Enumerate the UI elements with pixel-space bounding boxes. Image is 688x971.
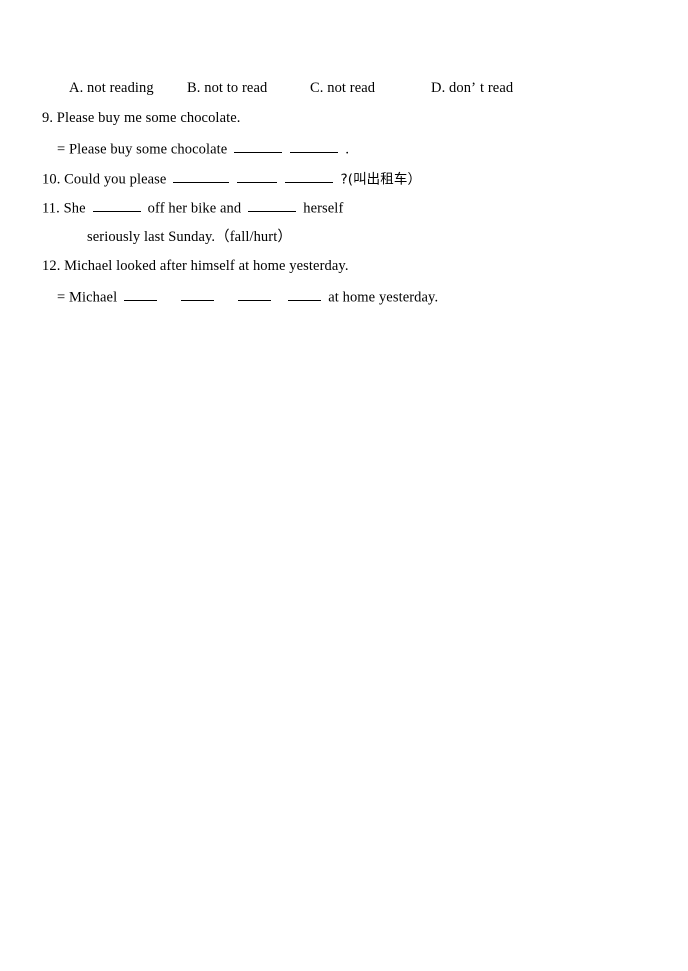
question-9-prompt: 9. Please buy me some chocolate. (42, 110, 241, 126)
question-12-answer-suffix: at home yesterday. (328, 289, 439, 306)
question-11-prompt-part3: herself (303, 200, 344, 217)
option-b: B. not to read (187, 80, 268, 96)
worksheet-page: A. not reading B. not to read C. not rea… (0, 0, 688, 971)
question-9-blank-2[interactable] (290, 139, 339, 154)
question-11-blank-2[interactable] (248, 198, 297, 213)
question-10-blank-2[interactable] (237, 169, 278, 184)
question-11-prompt-part2: off her bike and (147, 200, 242, 217)
question-12-blank-1[interactable] (124, 287, 158, 302)
question-12-blank-4[interactable] (288, 287, 322, 302)
option-d: D. don’ t read (431, 79, 513, 97)
question-11-prompt-part1: 11. She (42, 200, 86, 217)
question-11-blank-1[interactable] (92, 198, 141, 213)
question-11-second-line: seriously last Sunday.（fall/hurt） (87, 229, 292, 245)
option-d-text-after: t read (480, 80, 514, 96)
question-11-line: 11. She off her bike and herself (42, 198, 343, 217)
question-9-blank-1[interactable] (234, 139, 283, 154)
question-12-answer-line: = Michael at home yesterday. (57, 287, 438, 306)
question-10-hint: ?(叫出租车） (340, 171, 422, 188)
question-10-line: 10. Could you please ?(叫出租车） (42, 169, 421, 188)
question-12-blank-3[interactable] (238, 287, 272, 302)
question-12-blank-2[interactable] (181, 287, 215, 302)
question-10-blank-3[interactable] (285, 169, 334, 184)
question-9-answer-suffix: . (345, 141, 350, 158)
question-12-answer-prefix: = Michael (57, 289, 118, 306)
option-a: A. not reading (69, 80, 154, 96)
question-9-answer-line: = Please buy some chocolate. (57, 139, 349, 158)
question-10-prompt-prefix: 10. Could you please (42, 171, 167, 188)
question-12-prompt: 12. Michael looked after himself at home… (42, 258, 349, 274)
question-9-answer-prefix: = Please buy some chocolate (57, 141, 228, 158)
question-10-blank-1[interactable] (173, 169, 230, 184)
option-d-apostrophe: ’ (471, 80, 477, 96)
option-c: C. not read (310, 80, 376, 96)
option-d-text-before: D. don (431, 80, 472, 96)
